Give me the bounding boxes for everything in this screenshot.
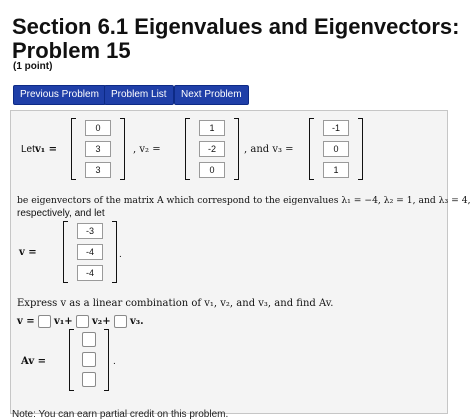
linear-combination-row: v = v₁+ v₂+ v₃.: [17, 314, 144, 330]
v3-entry: 0: [323, 141, 349, 157]
v3-matrix: -1 0 1: [309, 118, 363, 180]
problem-panel: Let v₁ = 0 3 3 , v₂ = 1 -2 0 , and v₃ = …: [10, 110, 471, 414]
v-period: .: [119, 249, 122, 260]
statement-respectively: respectively, and let: [17, 208, 105, 219]
v1-matrix: 0 3 3: [71, 118, 125, 180]
comb-v-label: v =: [17, 316, 35, 327]
coefficient-c3-input[interactable]: [113, 315, 127, 328]
comb-v2-label: v₂+: [92, 316, 111, 327]
comb-v1-label: v₁+: [54, 316, 73, 327]
v-entry: -3: [77, 223, 103, 239]
v1-label: v₁ =: [35, 144, 58, 155]
section-title: Section 6.1 Eigenvalues and Eigenvectors…: [12, 14, 460, 39]
express-instruction: Express v as a linear combination of v₁,…: [17, 298, 334, 309]
v2-entry: 0: [199, 162, 225, 178]
problem-list-button[interactable]: Problem List: [104, 85, 174, 105]
coefficient-c1-input[interactable]: [37, 315, 51, 328]
problem-title: Problem 15: [12, 38, 131, 63]
points-label: (1 point): [13, 61, 53, 72]
eigenvalue-statement: be eigenvectors of the matrix A which co…: [17, 195, 471, 206]
v3-label: , and v₃ =: [244, 144, 294, 155]
coefficient-c2-input[interactable]: [75, 315, 89, 328]
partial-credit-note: Note: You can earn partial credit on thi…: [12, 409, 229, 420]
av-entry-3-input[interactable]: [82, 372, 96, 387]
v-matrix: -3 -4 -4: [63, 221, 117, 283]
next-problem-button[interactable]: Next Problem: [174, 85, 249, 105]
v2-label: , v₂ =: [133, 144, 161, 155]
v3-entry: -1: [323, 120, 349, 136]
v2-entry: 1: [199, 120, 225, 136]
av-entry-1-input[interactable]: [82, 332, 96, 347]
av-matrix: [69, 329, 109, 391]
v3-entry: 1: [323, 162, 349, 178]
comb-v3-label: v₃.: [129, 316, 144, 327]
v1-entry: 3: [85, 141, 111, 157]
let-text: Let: [21, 144, 35, 155]
av-period: .: [113, 356, 116, 367]
v2-matrix: 1 -2 0: [185, 118, 239, 180]
v2-entry: -2: [199, 141, 225, 157]
previous-problem-button[interactable]: Previous Problem: [13, 85, 106, 105]
v1-entry: 3: [85, 162, 111, 178]
av-label: Av =: [21, 356, 47, 367]
av-entry-2-input[interactable]: [82, 352, 96, 367]
v-entry: -4: [77, 244, 103, 260]
v1-entry: 0: [85, 120, 111, 136]
v-label: v =: [19, 247, 37, 258]
v-entry: -4: [77, 265, 103, 281]
